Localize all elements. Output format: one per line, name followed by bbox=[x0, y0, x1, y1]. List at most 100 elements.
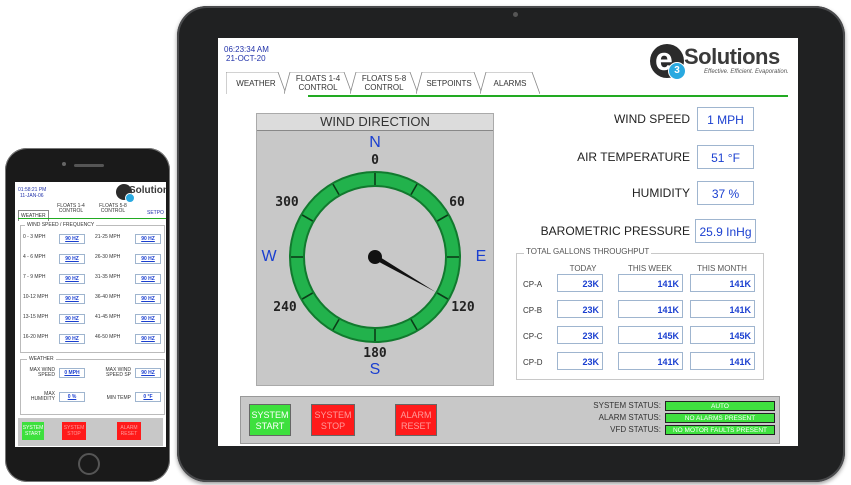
phone-max-wind-sp-value[interactable]: 90 HZ bbox=[135, 368, 161, 378]
phone-freq-value[interactable]: 90 HZ bbox=[135, 234, 161, 244]
phone-max-wind-sp-l2: SPEED SP bbox=[105, 372, 131, 378]
gallons-cell: 23K bbox=[557, 300, 603, 318]
compass-deg-120: 120 bbox=[451, 300, 475, 315]
gallons-header-month: THIS MONTH bbox=[697, 264, 747, 273]
compass-e: E bbox=[476, 248, 487, 265]
phone-freq-label: 0 - 3 MPH bbox=[23, 234, 46, 240]
compass-gauge: N 0 60 E 120 180 S 240 W 300 bbox=[261, 134, 487, 378]
phone-max-wind-sp-label: MAX WIND SPEED SP bbox=[95, 368, 131, 378]
phone-freq-value[interactable]: 90 HZ bbox=[59, 314, 85, 324]
tab-setpoints[interactable]: SETPOINTS bbox=[416, 72, 482, 94]
wind-direction-panel: WIND DIRECTION N 0 60 E 120 180 S 240 W … bbox=[256, 113, 494, 386]
wind-speed-value: 1 MPH bbox=[697, 107, 754, 131]
compass-deg-300: 300 bbox=[275, 195, 299, 210]
air-temperature-value: 51 °F bbox=[697, 145, 754, 169]
gallons-cell: 23K bbox=[557, 326, 603, 344]
phone-freq-value[interactable]: 90 HZ bbox=[135, 274, 161, 284]
phone-freq-label: 41-45 MPH bbox=[95, 314, 121, 320]
phone-system-start-button[interactable]: SYSTEM START bbox=[22, 422, 44, 440]
tab-floats-5-8-line1: FLOATS 5-8 bbox=[361, 74, 407, 83]
phone-frequency-title: WIND SPEED / FREQUENCY bbox=[25, 222, 97, 228]
phone-tab-floats-5-8[interactable]: FLOATS 5-8 CONTROL bbox=[95, 204, 131, 214]
tab-setpoints-label: SETPOINTS bbox=[426, 79, 472, 88]
gallons-row-label: CP-C bbox=[523, 332, 543, 341]
phone-alarm-reset-button[interactable]: ALARM RESET bbox=[117, 422, 141, 440]
tab-alarms-label: ALARMS bbox=[493, 79, 527, 88]
vfd-status-value: NO MOTOR FAULTS PRESENT bbox=[665, 425, 775, 435]
phone-max-humidity-l2: HUMIDITY bbox=[30, 396, 55, 402]
phone-max-wind-speed-label: MAX WIND SPEED bbox=[21, 368, 55, 378]
compass-deg-180: 180 bbox=[363, 346, 387, 361]
phone-clock: 01:58:21 PM 11-JAN-06 bbox=[18, 187, 46, 199]
tab-bar: WEATHER FLOATS 1-4 CONTROL FLOATS 5-8 CO… bbox=[226, 72, 786, 96]
phone-tab-floats-1-4[interactable]: FLOATS 1-4 CONTROL bbox=[53, 204, 89, 214]
system-status-label: SYSTEM STATUS: bbox=[593, 401, 661, 410]
phone-camera bbox=[62, 162, 66, 166]
barometric-pressure-label: BAROMETRIC PRESSURE bbox=[540, 224, 690, 238]
phone-reset-l2: RESET bbox=[120, 431, 138, 437]
tab-weather[interactable]: WEATHER bbox=[226, 72, 286, 94]
gallons-title: TOTAL GALLONS THROUGHPUT bbox=[524, 247, 652, 256]
compass-deg-240: 240 bbox=[273, 300, 297, 315]
alarm-status-value: NO ALARMS PRESENT bbox=[665, 413, 775, 423]
phone-max-wind-speed-l2: SPEED bbox=[38, 372, 55, 378]
wind-speed-label: WIND SPEED bbox=[613, 112, 690, 126]
phone-freq-value[interactable]: 90 HZ bbox=[135, 294, 161, 304]
gallons-cell: 23K bbox=[557, 352, 603, 370]
system-status-value: AUTO bbox=[665, 401, 775, 411]
tab-alarms[interactable]: ALARMS bbox=[480, 72, 540, 94]
phone-system-stop-button[interactable]: SYSTEM STOP bbox=[62, 422, 86, 440]
phone-freq-value[interactable]: 90 HZ bbox=[59, 234, 85, 244]
phone-freq-label: 21-25 MPH bbox=[95, 234, 121, 240]
phone-start-l2: START bbox=[25, 431, 41, 437]
phone-freq-label: 7 - 9 MPH bbox=[23, 274, 46, 280]
phone-tab-setpoints[interactable]: SETPO bbox=[147, 210, 164, 216]
home-button[interactable] bbox=[78, 453, 100, 475]
tab-floats-5-8[interactable]: FLOATS 5-8 CONTROL bbox=[350, 72, 418, 94]
tab-weather-label: WEATHER bbox=[236, 79, 276, 88]
phone-freq-label: 16-20 MPH bbox=[23, 334, 49, 340]
phone-freq-value[interactable]: 90 HZ bbox=[59, 294, 85, 304]
phone-freq-value[interactable]: 90 HZ bbox=[135, 334, 161, 344]
phone-freq-label: 36-40 MPH bbox=[95, 294, 121, 300]
gallons-cell: 141K bbox=[618, 352, 683, 370]
tab-floats-5-8-line2: CONTROL bbox=[364, 83, 404, 92]
gallons-cell: 23K bbox=[557, 274, 603, 292]
gallons-cell: 141K bbox=[690, 274, 755, 292]
compass-w: W bbox=[261, 248, 277, 265]
gallons-row-label: CP-B bbox=[523, 306, 543, 315]
system-stop-button[interactable]: SYSTEM STOP bbox=[311, 404, 355, 436]
air-temperature-label: AIR TEMPERATURE bbox=[577, 150, 690, 164]
phone-freq-value[interactable]: 90 HZ bbox=[135, 314, 161, 324]
phone-tab-weather[interactable]: WEATHER bbox=[18, 210, 49, 221]
gallons-header-week: THIS WEEK bbox=[627, 264, 672, 273]
system-start-button[interactable]: SYSTEM START bbox=[249, 404, 291, 436]
gallons-cell: 145K bbox=[618, 326, 683, 344]
compass-deg-60: 60 bbox=[449, 195, 465, 210]
alarm-reset-button[interactable]: ALARM RESET bbox=[395, 404, 437, 436]
tablet-screen: 06:23:34 AM 21-OCT-20 e 3 Solutions Effe… bbox=[218, 38, 798, 446]
phone-freq-value[interactable]: 90 HZ bbox=[59, 254, 85, 264]
alarm-reset-line1: ALARM bbox=[400, 410, 432, 420]
phone-stop-l2: STOP bbox=[67, 431, 81, 437]
phone-freq-label: 26-30 MPH bbox=[95, 254, 121, 260]
wind-direction-title: WIND DIRECTION bbox=[257, 114, 493, 131]
compass-dial bbox=[289, 171, 461, 343]
phone-freq-label: 10-12 MPH bbox=[23, 294, 49, 300]
phone-logo-brand: Solutions bbox=[129, 185, 166, 196]
gallons-cell: 141K bbox=[690, 300, 755, 318]
gallons-row-label: CP-D bbox=[523, 358, 543, 367]
phone-freq-label: 46-50 MPH bbox=[95, 334, 121, 340]
system-start-line1: SYSTEM bbox=[251, 410, 289, 420]
gallons-cell: 141K bbox=[618, 274, 683, 292]
gallons-cell: 141K bbox=[690, 352, 755, 370]
compass-hub bbox=[368, 250, 382, 264]
tablet-camera bbox=[513, 12, 518, 17]
phone-freq-value[interactable]: 90 HZ bbox=[135, 254, 161, 264]
phone-min-temp-value[interactable]: 0 °F bbox=[135, 392, 161, 402]
phone-max-humidity-value[interactable]: 0 % bbox=[59, 392, 85, 402]
system-stop-line1: SYSTEM bbox=[314, 410, 352, 420]
tab-floats-1-4[interactable]: FLOATS 1-4 CONTROL bbox=[284, 72, 352, 94]
phone-freq-value[interactable]: 90 HZ bbox=[59, 334, 85, 344]
phone-freq-value[interactable]: 90 HZ bbox=[59, 274, 85, 284]
